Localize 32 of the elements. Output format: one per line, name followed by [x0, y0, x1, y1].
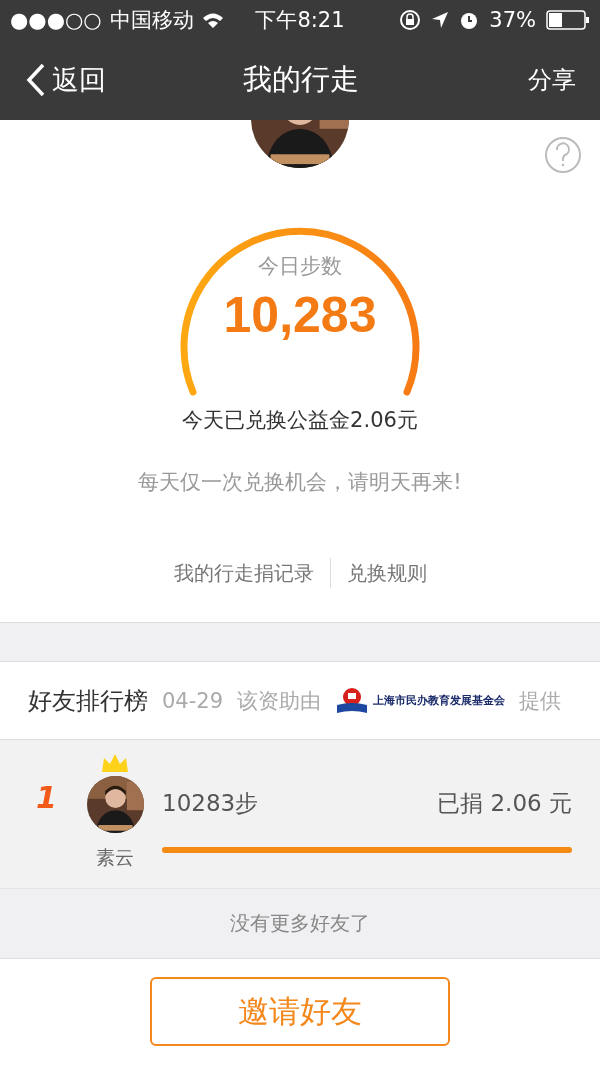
foundation-logo-icon	[335, 686, 370, 715]
rotation-lock-icon	[399, 9, 422, 31]
signal-dots: ●●●○○	[10, 8, 102, 32]
share-button[interactable]: 分享	[359, 64, 576, 96]
battery-percent: 37%	[489, 8, 536, 32]
text-link[interactable]: 我的行走捐记录	[157, 559, 330, 587]
wifi-icon	[201, 11, 224, 29]
no-more-friends: 没有更多好友了	[230, 910, 370, 937]
alarm-icon	[459, 10, 480, 30]
foundation-name: 上海市民办教育发展基金会	[373, 693, 506, 708]
today-steps-label: 今日步数	[258, 253, 342, 280]
sponsor-suffix: 提供	[519, 687, 562, 715]
sponsor-prefix: 该资助由	[237, 687, 322, 715]
location-arrow-icon	[431, 11, 450, 29]
battery-icon	[546, 10, 590, 30]
donated-amount: 已捐 2.06 元	[437, 789, 572, 818]
ranking-date: 04-29	[162, 688, 224, 713]
friend-steps: 10283步	[162, 788, 259, 819]
ranking-title: 好友排行榜	[28, 685, 148, 717]
page-title: 我的行走	[243, 61, 359, 98]
rank-number: 1	[36, 780, 58, 815]
step-count: 10,283	[223, 286, 377, 344]
status-time: 下午8:21	[255, 7, 345, 34]
help-icon[interactable]	[544, 136, 582, 174]
invite-button[interactable]: 邀请好友	[150, 977, 450, 1046]
exchange-note: 每天仅一次兑换机会，请明天再来!	[138, 469, 462, 496]
text-link[interactable]: 兑换规则	[330, 559, 443, 587]
exchanged-amount: 今天已兑换公益金2.06元	[182, 407, 418, 434]
back-chevron-icon	[26, 63, 46, 97]
back-button[interactable]: 返回	[26, 62, 243, 98]
carrier-name: 中国移动	[109, 7, 194, 34]
friend-name: 素云	[96, 845, 134, 870]
